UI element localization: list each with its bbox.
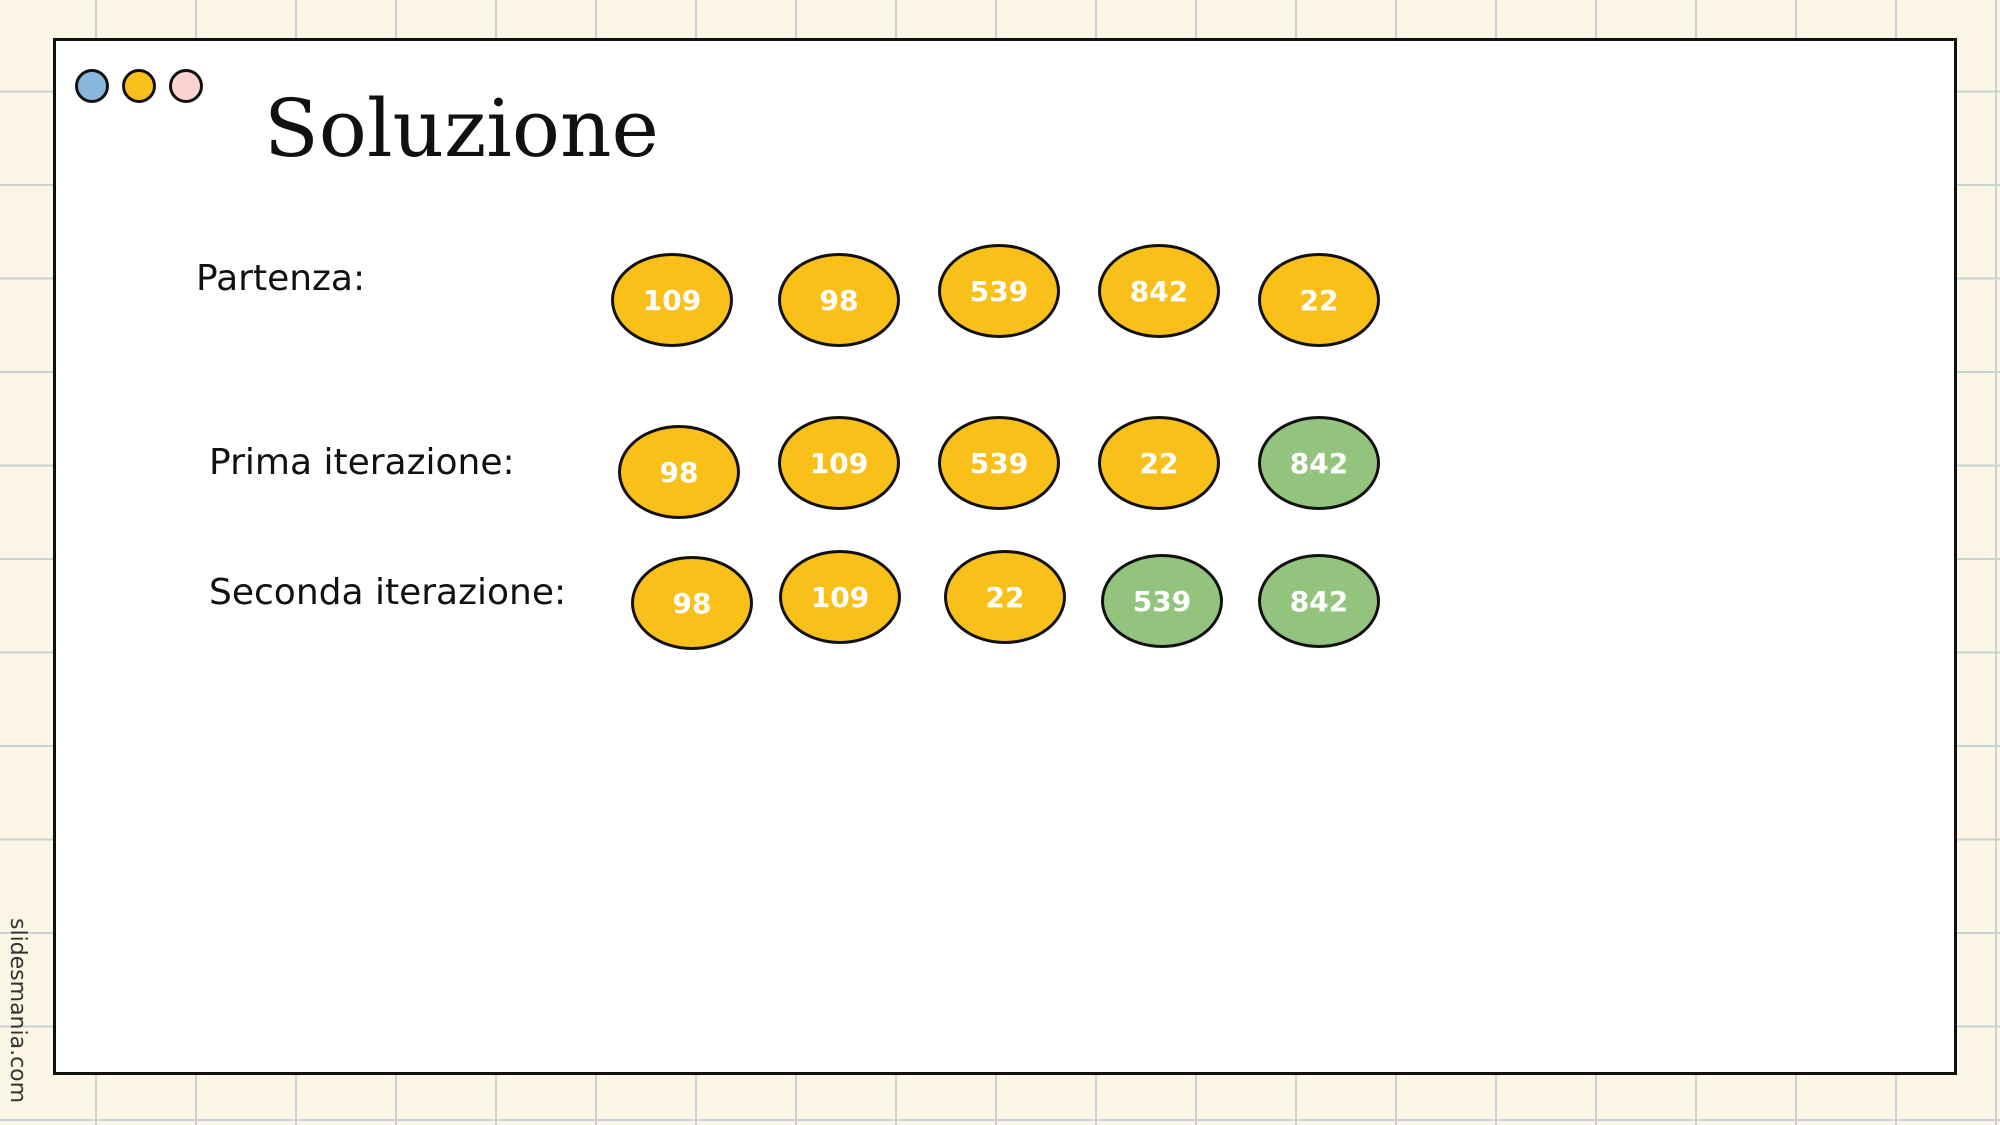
row-2-node-2: 109	[779, 550, 901, 644]
blue-dot-icon	[75, 69, 109, 103]
row-0-node-5: 22	[1258, 253, 1380, 347]
watermark: slidesmania.com	[5, 918, 30, 1104]
slide-title: Soluzione	[264, 82, 659, 175]
pink-dot-icon	[169, 69, 203, 103]
yellow-dot-icon	[122, 69, 156, 103]
row-0-node-1: 109	[611, 253, 733, 347]
row-0-node-4: 842	[1098, 244, 1220, 338]
row-label-prima-iterazione: Prima iterazione:	[209, 442, 515, 483]
row-1-node-3: 539	[938, 416, 1060, 510]
row-2-node-1: 98	[631, 556, 753, 650]
row-2-node-4: 539	[1101, 554, 1223, 648]
row-label-partenza: Partenza:	[196, 258, 366, 299]
window-dots	[75, 69, 203, 103]
row-0-node-3: 539	[938, 244, 1060, 338]
row-1-node-4: 22	[1098, 416, 1220, 510]
row-2-node-5: 842	[1258, 554, 1380, 648]
row-1-node-2: 109	[778, 416, 900, 510]
row-label-seconda-iterazione: Seconda iterazione:	[209, 572, 567, 613]
row-1-node-5: 842	[1258, 416, 1380, 510]
row-1-node-1: 98	[618, 425, 740, 519]
slide: Soluzione Partenza: 109 98 539 842 22 Pr…	[53, 38, 1957, 1075]
row-0-node-2: 98	[778, 253, 900, 347]
row-2-node-3: 22	[944, 550, 1066, 644]
